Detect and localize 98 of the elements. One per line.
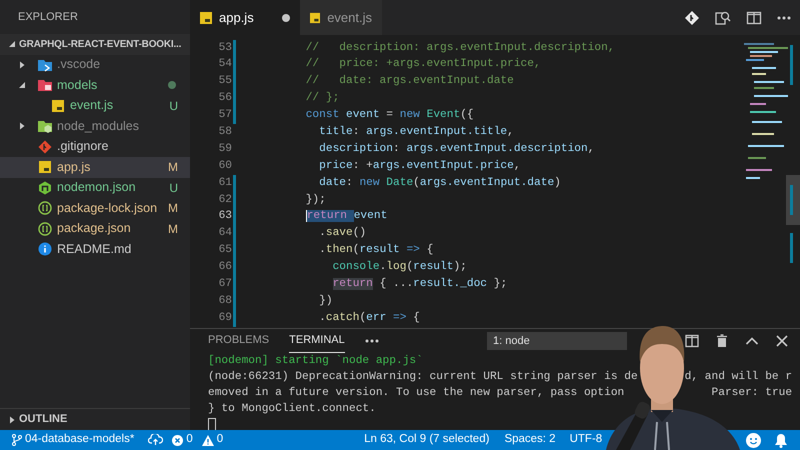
braces-icon <box>38 222 52 236</box>
line-number: 62 <box>218 192 232 208</box>
code-line: price: +args.eventInput.price, <box>318 158 521 174</box>
code-line: // price: +args.eventInput.price, <box>304 56 541 72</box>
terminal-text: d, and will be r <box>684 370 792 385</box>
folder-icon <box>38 78 52 92</box>
terminal-dropdown[interactable]: 1: node <box>487 332 627 350</box>
line-number: 64 <box>218 226 232 242</box>
line-number: 55 <box>218 74 232 90</box>
terminal-text: (node:66231) DeprecationWarning: current URL string parser is de <box>208 370 638 385</box>
line-number: 66 <box>218 260 232 276</box>
info-icon <box>38 242 52 256</box>
folder-icon <box>38 58 52 72</box>
branch-button[interactable]: 04-database-models* <box>12 431 134 449</box>
line-number: 69 <box>218 310 232 326</box>
code-line: console.log(result); <box>332 260 467 276</box>
explorer-item[interactable]: node_modules <box>0 116 190 136</box>
js-file-icon <box>310 12 320 24</box>
terminal-text: [nodemon] starting `node app.js` <box>208 354 423 369</box>
explorer-item[interactable]: .vscode <box>0 54 190 75</box>
cloud-upload-icon[interactable] <box>148 434 164 446</box>
explorer-item[interactable]: nodemon.json U <box>0 178 190 198</box>
folder-header[interactable]: GRAPHQL-REACT-EVENT-BOOKI... <box>0 34 190 54</box>
line-number: 54 <box>218 57 232 72</box>
panel-tab[interactable]: PROBLEMS <box>208 329 270 353</box>
terminal-text: } to MongoClient.connect. <box>208 402 376 417</box>
more-icon[interactable] <box>364 339 379 343</box>
code-line: description: args.eventInput.description, <box>318 142 594 157</box>
code-line: // }; <box>304 90 340 106</box>
git-status-letter: U <box>169 180 178 197</box>
line-number: 59 <box>218 142 232 157</box>
sidebar-title: EXPLORER <box>18 10 78 25</box>
smiley-icon[interactable] <box>746 432 761 448</box>
folder-icon <box>38 119 52 134</box>
explorer-item[interactable]: package.json M <box>0 218 190 239</box>
code-line: .catch(err => { <box>318 310 420 326</box>
more-icon[interactable] <box>777 16 791 20</box>
collapsed-caret-icon <box>18 122 26 130</box>
explorer-item[interactable]: app.js M <box>0 157 190 178</box>
code-line: date: new Date(args.eventInput.date) <box>318 176 561 191</box>
indentation[interactable]: Spaces: 2 <box>504 431 556 449</box>
git-status-letter: U <box>169 98 178 115</box>
explorer-item[interactable]: package-lock.json M <box>0 198 190 218</box>
search-icon[interactable] <box>715 10 731 26</box>
code-line: .then(result => { <box>318 242 434 258</box>
editor-tab[interactable]: event.js <box>300 0 382 35</box>
code-line: }) <box>318 294 333 309</box>
braces-icon <box>38 201 52 216</box>
code-line: // date: args.eventInput.date <box>304 74 514 90</box>
panel-tab[interactable]: TERMINAL <box>289 329 345 353</box>
explorer-item[interactable]: models <box>0 75 190 96</box>
line-number: 53 <box>218 40 232 56</box>
line-number: 63 <box>218 209 232 224</box>
line-number: 56 <box>218 91 232 106</box>
code-line: return event <box>304 209 388 224</box>
terminal-text: Parser: true <box>712 386 792 401</box>
line-number: 57 <box>218 108 232 124</box>
line-number: 67 <box>218 277 232 292</box>
git-status-letter: M <box>168 159 178 176</box>
warning-icon <box>202 434 214 446</box>
terminal-text: emoved in a future version. To use the new parser, pass option <box>208 386 624 401</box>
git-status-letter: M <box>168 220 178 238</box>
branch-icon <box>12 434 22 446</box>
code-line: const event = new Event({ <box>304 108 474 124</box>
cursor-position[interactable]: Ln 63, Col 9 (7 selected) <box>364 431 490 449</box>
explorer-item[interactable]: README.md <box>0 239 190 260</box>
line-number: 60 <box>218 158 232 174</box>
code-line: // description: args.eventInput.description, <box>304 40 615 56</box>
editor-tab[interactable]: app.js <box>190 0 300 35</box>
close-icon[interactable] <box>775 334 789 348</box>
encoding[interactable]: UTF-8 <box>570 431 602 449</box>
git-compare-icon[interactable] <box>684 10 700 26</box>
js-file-icon <box>51 98 65 113</box>
line-number: 58 <box>218 125 232 140</box>
split-editor-icon[interactable] <box>746 10 762 26</box>
js-file-icon <box>200 12 212 24</box>
line-number: 68 <box>218 294 232 309</box>
diamond-icon <box>38 140 52 154</box>
code-line: }); <box>304 192 326 208</box>
problems-button[interactable]: 0 0 <box>172 431 224 449</box>
code-line: title: args.eventInput.title, <box>318 124 514 140</box>
hexagon-icon <box>38 180 52 195</box>
code-line: return { ...result._doc }; <box>332 276 508 292</box>
error-icon <box>172 434 184 446</box>
line-number: 61 <box>218 176 232 191</box>
split-terminal-icon[interactable] <box>685 334 699 348</box>
expanded-caret-icon <box>8 40 16 48</box>
git-status-letter: M <box>168 200 178 218</box>
trash-icon[interactable] <box>715 334 729 348</box>
collapsed-caret-icon <box>18 60 26 69</box>
expanded-caret-icon <box>18 81 26 90</box>
line-number: 65 <box>218 243 232 258</box>
collapsed-caret-icon <box>8 416 16 424</box>
explorer-item[interactable]: event.js U <box>0 96 190 116</box>
code-line: .save() <box>318 226 366 242</box>
explorer-item[interactable]: .gitignore <box>0 136 190 157</box>
bell-icon[interactable] <box>774 432 788 448</box>
js-file-icon <box>38 160 52 174</box>
